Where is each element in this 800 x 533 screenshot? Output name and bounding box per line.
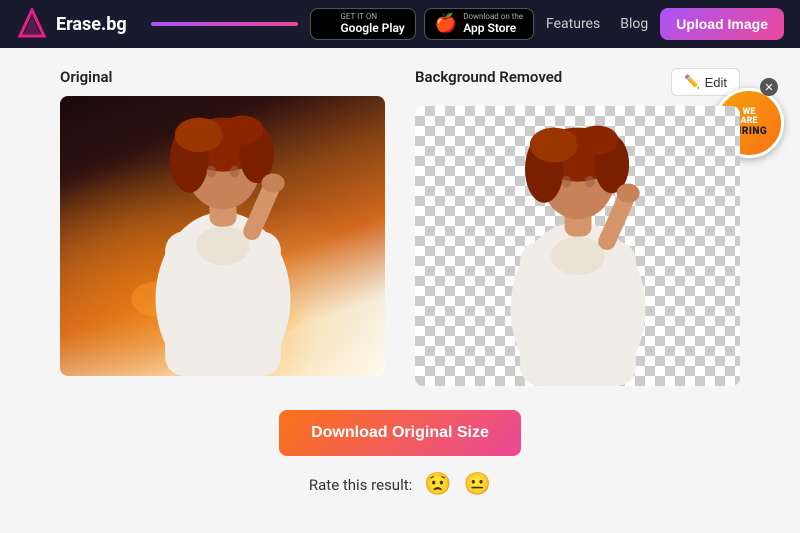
rate-neutral-emoji[interactable]: 😐 bbox=[464, 472, 491, 497]
header: Erase.bg ▶ GET IT ON Google Play 🍎 Downl… bbox=[0, 0, 800, 48]
nav-blog[interactable]: Blog bbox=[620, 16, 648, 32]
bg-removed-label: Background Removed bbox=[415, 68, 562, 86]
download-section: Download Original Size Rate this result:… bbox=[60, 410, 740, 497]
logo-icon bbox=[16, 8, 48, 40]
upload-image-button[interactable]: Upload Image bbox=[660, 8, 784, 40]
original-panel: Original bbox=[60, 68, 385, 376]
app-store-text: Download on the App Store bbox=[463, 13, 523, 35]
original-person-svg bbox=[123, 106, 323, 376]
progress-bar-fill bbox=[151, 22, 298, 26]
bg-removed-image bbox=[415, 106, 740, 386]
hiring-badge-are: ARE bbox=[741, 117, 758, 126]
edit-pencil-icon: ✏️ bbox=[684, 74, 700, 90]
bg-removed-panel: Background Removed ✏️ Edit bbox=[415, 68, 740, 386]
bg-removed-image-container bbox=[415, 106, 740, 386]
main-content: ✕ WE ARE HIRING Original bbox=[0, 48, 800, 533]
bg-removed-label-row: Background Removed ✏️ Edit bbox=[415, 68, 740, 96]
apple-icon: 🍎 bbox=[435, 13, 457, 34]
original-image-container bbox=[60, 96, 385, 376]
progress-bar bbox=[151, 22, 298, 26]
logo-text: Erase.bg bbox=[56, 14, 127, 35]
original-label: Original bbox=[60, 68, 385, 86]
rate-sad-emoji[interactable]: 😟 bbox=[424, 472, 451, 497]
nav: Features Blog bbox=[546, 16, 648, 32]
download-button[interactable]: Download Original Size bbox=[279, 410, 521, 456]
original-image bbox=[60, 96, 385, 376]
rate-label: Rate this result: bbox=[309, 476, 412, 494]
google-play-btn[interactable]: ▶ GET IT ON Google Play bbox=[310, 8, 416, 40]
google-play-icon: ▶ bbox=[321, 13, 335, 34]
edit-btn-label: Edit bbox=[705, 75, 727, 90]
logo-area: Erase.bg bbox=[16, 8, 127, 40]
edit-button[interactable]: ✏️ Edit bbox=[671, 68, 740, 96]
google-play-text: GET IT ON Google Play bbox=[340, 13, 404, 35]
images-row: Original bbox=[60, 68, 740, 386]
app-store-btn[interactable]: 🍎 Download on the App Store bbox=[424, 8, 534, 40]
store-buttons: ▶ GET IT ON Google Play 🍎 Download on th… bbox=[310, 8, 534, 40]
nav-features[interactable]: Features bbox=[546, 16, 600, 32]
close-hiring-badge-button[interactable]: ✕ bbox=[760, 78, 778, 96]
rate-section: Rate this result: 😟 😐 bbox=[309, 472, 491, 497]
bg-removed-person-svg bbox=[478, 116, 678, 386]
